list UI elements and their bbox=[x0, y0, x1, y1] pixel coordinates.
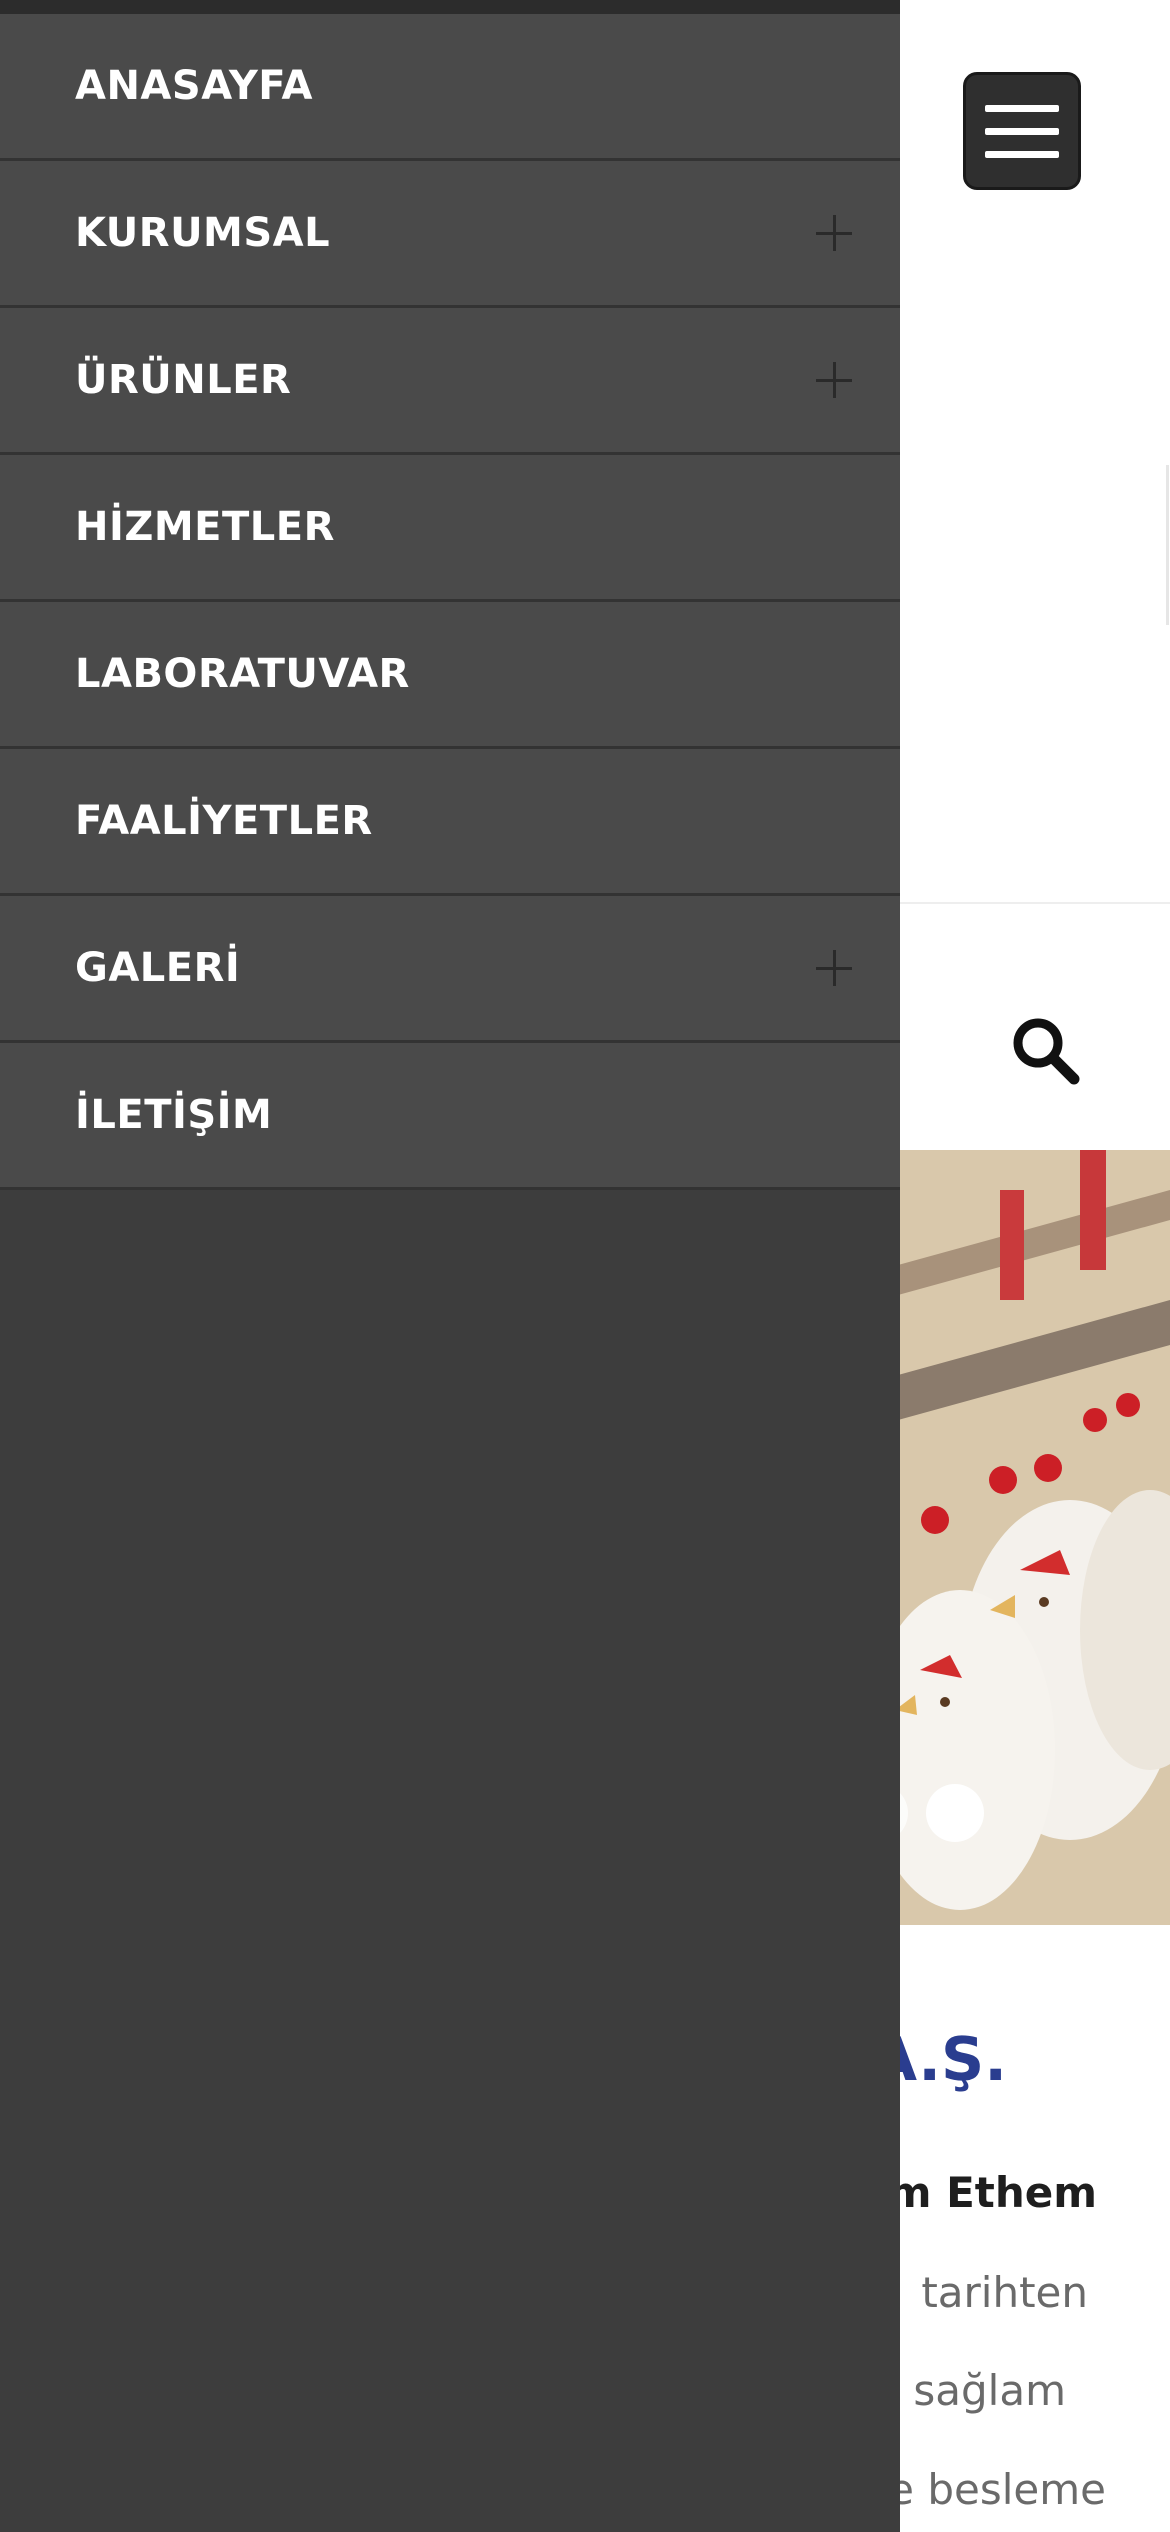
navigation-drawer: ANASAYFA KURUMSAL ÜRÜNLER HİZMETLER LABO… bbox=[0, 0, 900, 2532]
intro-heading: m Ethem bbox=[887, 2168, 1097, 2217]
nav-item-kurumsal[interactable]: KURUMSAL bbox=[0, 161, 900, 308]
intro-text-line: sağlam bbox=[913, 2366, 1066, 2415]
nav-item-label: LABORATUVAR bbox=[75, 651, 410, 697]
hamburger-menu-button[interactable] bbox=[963, 72, 1081, 190]
nav-item-label: GALERİ bbox=[75, 945, 241, 991]
nav-item-hizmetler[interactable]: HİZMETLER bbox=[0, 455, 900, 602]
slider-dot-active[interactable] bbox=[926, 1784, 984, 1842]
intro-text-line: e besleme bbox=[888, 2465, 1106, 2514]
nav-item-label: İLETİŞİM bbox=[75, 1092, 273, 1138]
nav-item-label: ANASAYFA bbox=[75, 63, 313, 109]
nav-item-laboratuvar[interactable]: LABORATUVAR bbox=[0, 602, 900, 749]
nav-item-label: HİZMETLER bbox=[75, 504, 335, 550]
nav-item-galeri[interactable]: GALERİ bbox=[0, 896, 900, 1043]
nav-item-label: ÜRÜNLER bbox=[75, 357, 292, 403]
nav-item-urunler[interactable]: ÜRÜNLER bbox=[0, 308, 900, 455]
nav-item-label: FAALİYETLER bbox=[75, 798, 373, 844]
nav-item-anasayfa[interactable]: ANASAYFA bbox=[0, 14, 900, 161]
hamburger-icon-bar bbox=[985, 127, 1059, 135]
nav-item-faaliyetler[interactable]: FAALİYETLER bbox=[0, 749, 900, 896]
expand-plus-icon[interactable] bbox=[816, 362, 852, 398]
nav-item-label: KURUMSAL bbox=[75, 210, 331, 256]
search-icon[interactable] bbox=[1010, 1015, 1080, 1085]
expand-plus-icon[interactable] bbox=[816, 215, 852, 251]
hamburger-icon-bar bbox=[985, 150, 1059, 158]
divider bbox=[1166, 465, 1169, 625]
expand-plus-icon[interactable] bbox=[816, 950, 852, 986]
intro-text-line: tarihten bbox=[921, 2268, 1088, 2317]
hamburger-icon-bar bbox=[985, 104, 1059, 112]
nav-item-iletisim[interactable]: İLETİŞİM bbox=[0, 1043, 900, 1190]
